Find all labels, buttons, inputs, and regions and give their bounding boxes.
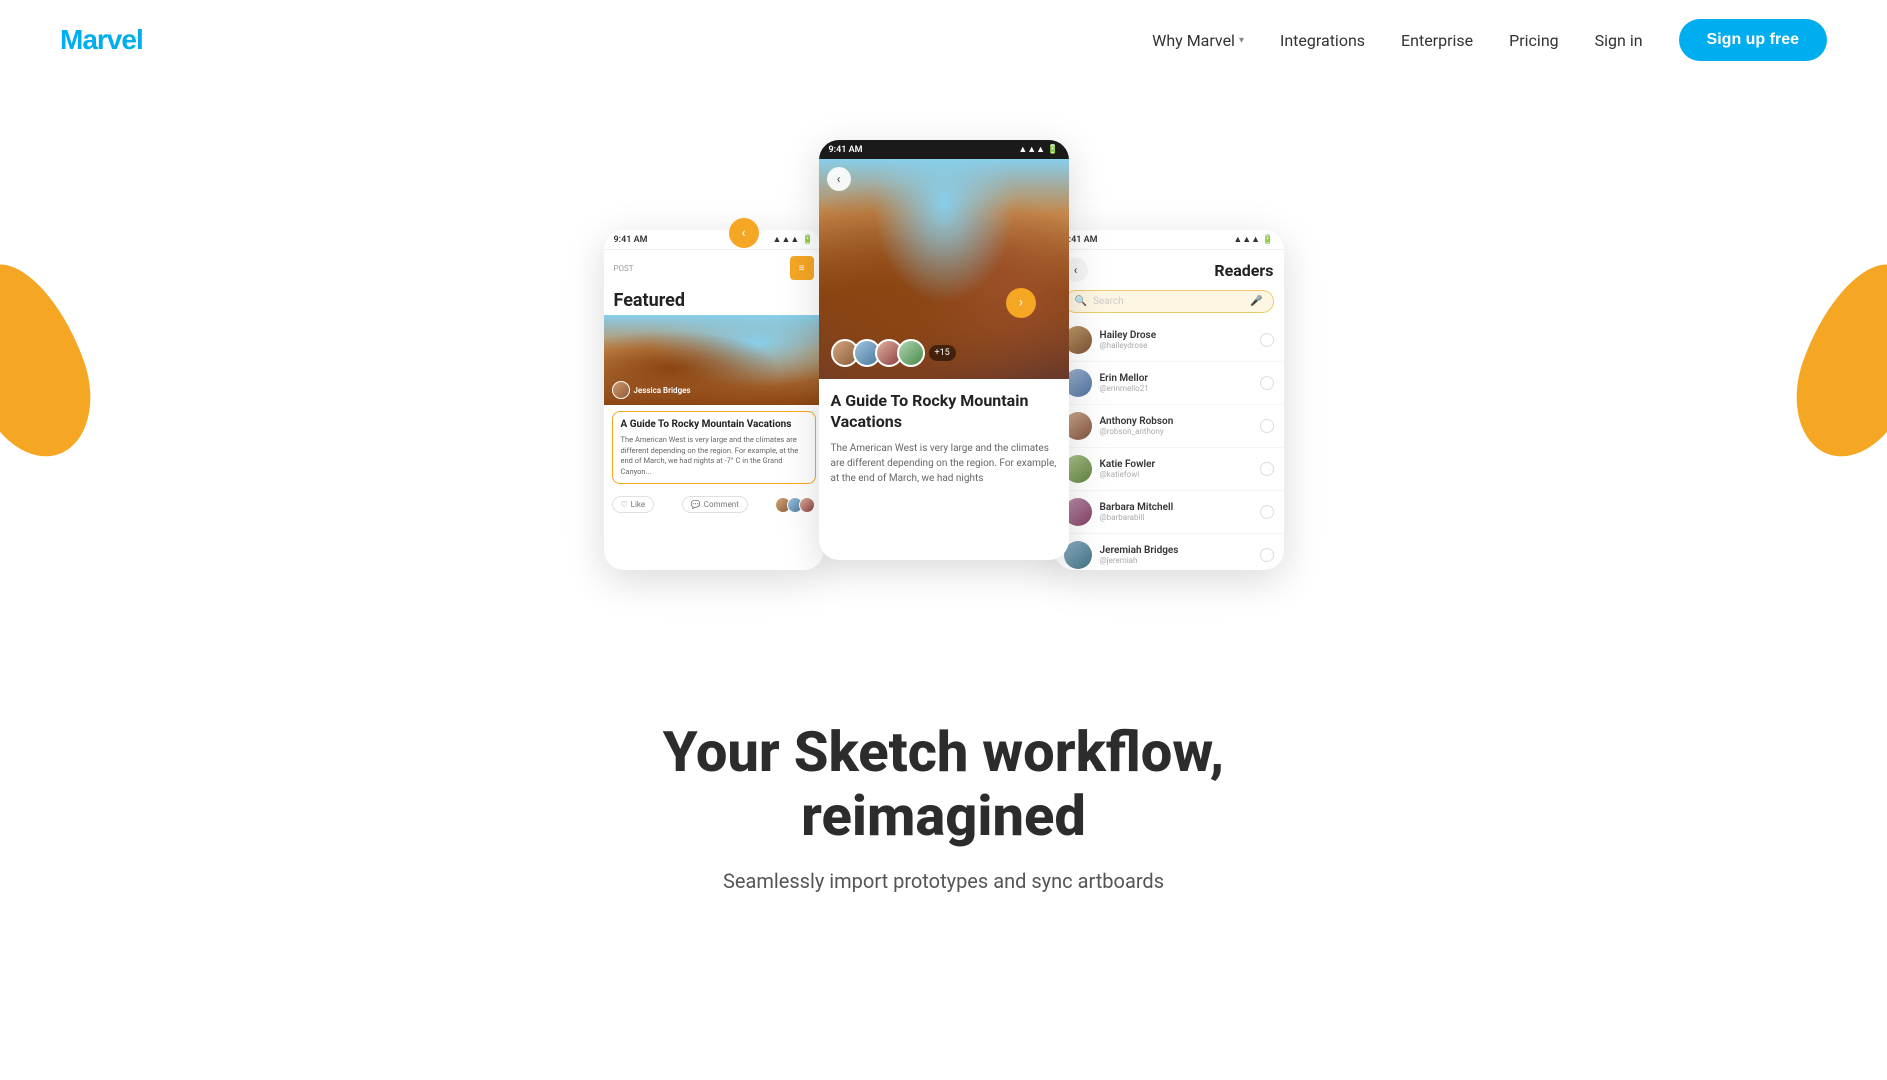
logo[interactable]: Marvel bbox=[60, 24, 143, 56]
reader-item-5: Barbara Mitchell @barbarabill bbox=[1054, 491, 1284, 534]
hero-section: ‹ ‹ 9:41 AM ▲▲▲ 🔋 POST bbox=[0, 80, 1887, 660]
reader-info-1: Hailey Drose @haileydrose bbox=[1100, 330, 1252, 350]
nav-why-marvel[interactable]: Why Marvel ▾ bbox=[1152, 31, 1244, 50]
reader-handle-5: @barbarabill bbox=[1100, 513, 1252, 522]
search-bar[interactable]: 🔍 Search 🎤 bbox=[1064, 290, 1274, 313]
reader-info-3: Anthony Robson @robson_anthony bbox=[1100, 416, 1252, 436]
reader-handle-4: @katiefowl bbox=[1100, 470, 1252, 479]
nav-signin[interactable]: Sign in bbox=[1595, 31, 1643, 50]
search-placeholder: Search bbox=[1093, 296, 1124, 307]
readers-list: Hailey Drose @haileydrose Erin Mellor @e… bbox=[1054, 319, 1284, 570]
reader-item-3: Anthony Robson @robson_anthony bbox=[1054, 405, 1284, 448]
reader-info-6: Jeremiah Bridges @jeremiah bbox=[1100, 545, 1252, 565]
blob-right-decoration bbox=[1776, 247, 1887, 473]
reader-select-5[interactable] bbox=[1260, 505, 1274, 519]
main-nav: Why Marvel ▾ Integrations Enterprise Pri… bbox=[1152, 19, 1827, 61]
readers-header: ‹ Readers bbox=[1054, 250, 1284, 290]
center-article-title: A Guide To Rocky Mountain Vacations bbox=[831, 391, 1057, 433]
article-actions: ♡ Like 💬 Comment bbox=[604, 490, 824, 519]
canyon-image: ‹ +15 bbox=[819, 159, 1069, 379]
phone-left: 9:41 AM ▲▲▲ 🔋 POST ≡ Featured Jessica Br… bbox=[604, 230, 824, 570]
author-name: Jessica Bridges bbox=[634, 386, 691, 395]
like-button[interactable]: ♡ Like bbox=[612, 496, 655, 513]
back-button-center[interactable]: ‹ bbox=[827, 167, 851, 191]
mic-icon: 🎤 bbox=[1250, 296, 1262, 307]
reader-name-1: Hailey Drose bbox=[1100, 330, 1252, 341]
readers-title: Readers bbox=[1214, 261, 1273, 280]
reader-item-2: Erin Mellor @erinmello21 bbox=[1054, 362, 1284, 405]
reader-item-1: Hailey Drose @haileydrose bbox=[1054, 319, 1284, 362]
reader-handle-6: @jeremiah bbox=[1100, 556, 1252, 565]
reader-select-3[interactable] bbox=[1260, 419, 1274, 433]
status-bar-left: 9:41 AM ▲▲▲ 🔋 bbox=[604, 230, 824, 250]
main-heading: Your Sketch workflow, reimagined bbox=[40, 720, 1847, 849]
commenter-avatar-3 bbox=[799, 497, 815, 513]
reader-name-2: Erin Mellor bbox=[1100, 373, 1252, 384]
article-card-left: A Guide To Rocky Mountain Vacations The … bbox=[612, 411, 816, 484]
author-avatar bbox=[612, 381, 630, 399]
phone-left-header: POST ≡ bbox=[604, 250, 824, 286]
search-icon: 🔍 bbox=[1075, 296, 1087, 307]
status-icons-center: ▲▲▲ 🔋 bbox=[1018, 144, 1058, 155]
featured-image: Jessica Bridges bbox=[604, 315, 824, 405]
reader-name-4: Katie Fowler bbox=[1100, 459, 1252, 470]
time-right: 9:41 AM bbox=[1064, 235, 1098, 245]
status-bar-right: 9:41 AM ▲▲▲ 🔋 bbox=[1054, 230, 1284, 250]
reader-info-5: Barbara Mitchell @barbarabill bbox=[1100, 502, 1252, 522]
menu-icon[interactable]: ≡ bbox=[790, 256, 814, 280]
status-icons-left: ▲▲▲ 🔋 bbox=[773, 234, 814, 245]
featured-title: Featured bbox=[604, 286, 824, 315]
nav-enterprise[interactable]: Enterprise bbox=[1401, 31, 1473, 50]
time-left: 9:41 AM bbox=[614, 235, 648, 245]
reader-handle-2: @erinmello21 bbox=[1100, 384, 1252, 393]
status-bar-center: 9:41 AM ▲▲▲ 🔋 bbox=[819, 140, 1069, 159]
left-arrow-button[interactable]: ‹ bbox=[729, 218, 759, 248]
reader-handle-1: @haileydrose bbox=[1100, 341, 1252, 350]
nav-integrations[interactable]: Integrations bbox=[1280, 31, 1365, 50]
article-title-left: A Guide To Rocky Mountain Vacations bbox=[621, 418, 807, 431]
reader-info-4: Katie Fowler @katiefowl bbox=[1100, 459, 1252, 479]
author-badge: Jessica Bridges bbox=[612, 381, 691, 399]
reader-item-6: Jeremiah Bridges @jeremiah bbox=[1054, 534, 1284, 570]
reader-item-4: Katie Fowler @katiefowl bbox=[1054, 448, 1284, 491]
main-header: Marvel Why Marvel ▾ Integrations Enterpr… bbox=[0, 0, 1887, 80]
phone-right: 9:41 AM ▲▲▲ 🔋 ‹ Readers 🔍 Search 🎤 Haile… bbox=[1054, 230, 1284, 570]
reader-name-6: Jeremiah Bridges bbox=[1100, 545, 1252, 556]
right-arrow-button[interactable]: ‹ bbox=[1006, 288, 1036, 318]
avatar-row-center: +15 bbox=[831, 339, 956, 367]
av-count: +15 bbox=[929, 345, 956, 361]
reader-handle-3: @robson_anthony bbox=[1100, 427, 1252, 436]
signup-button[interactable]: Sign up free bbox=[1679, 19, 1827, 61]
reader-name-3: Anthony Robson bbox=[1100, 416, 1252, 427]
commenter-avatars bbox=[775, 497, 815, 513]
chevron-down-icon: ▾ bbox=[1239, 35, 1244, 46]
reader-info-2: Erin Mellor @erinmello21 bbox=[1100, 373, 1252, 393]
phone-center: 9:41 AM ▲▲▲ 🔋 ‹ +15 A Guide To Rocky Mou… bbox=[819, 140, 1069, 560]
sub-heading: Seamlessly import prototypes and sync ar… bbox=[40, 869, 1847, 893]
center-article: A Guide To Rocky Mountain Vacations The … bbox=[819, 379, 1069, 498]
article-text-left: The American West is very large and the … bbox=[621, 435, 807, 477]
reader-select-6[interactable] bbox=[1260, 548, 1274, 562]
comment-button[interactable]: 💬 Comment bbox=[682, 496, 748, 513]
av-4 bbox=[897, 339, 925, 367]
post-label: POST bbox=[614, 264, 634, 273]
center-article-text: The American West is very large and the … bbox=[831, 441, 1057, 486]
status-icons-right: ▲▲▲ 🔋 bbox=[1233, 234, 1273, 245]
reader-select-1[interactable] bbox=[1260, 333, 1274, 347]
phones-container: ‹ ‹ 9:41 AM ▲▲▲ 🔋 POST bbox=[544, 100, 1344, 560]
reader-name-5: Barbara Mitchell bbox=[1100, 502, 1252, 513]
time-center: 9:41 AM bbox=[829, 145, 863, 155]
reader-select-4[interactable] bbox=[1260, 462, 1274, 476]
blob-left-decoration bbox=[0, 247, 111, 473]
nav-pricing[interactable]: Pricing bbox=[1509, 31, 1559, 50]
reader-select-2[interactable] bbox=[1260, 376, 1274, 390]
bottom-section: Your Sketch workflow, reimagined Seamles… bbox=[0, 660, 1887, 933]
